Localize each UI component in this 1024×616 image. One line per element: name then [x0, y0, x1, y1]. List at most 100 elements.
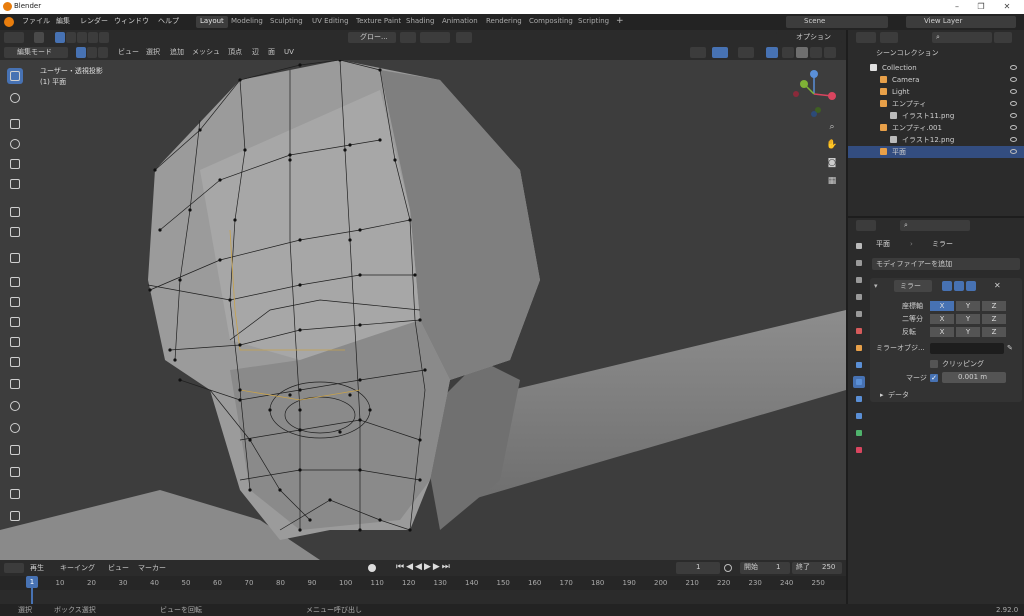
maximize-icon[interactable]: ❐ — [976, 2, 986, 12]
data-subpanel-chevron-icon[interactable]: ▸ — [880, 392, 884, 399]
axis-gizmo[interactable] — [788, 68, 840, 120]
view-layer-selector[interactable]: View Layer — [906, 16, 1016, 28]
transform-orientation-dropdown[interactable]: グロー... — [348, 32, 396, 43]
flip-x-toggle[interactable]: X — [930, 327, 954, 337]
knife-tool[interactable] — [7, 354, 23, 370]
axis-z-toggle[interactable]: Z — [982, 301, 1006, 311]
rip-tool[interactable] — [7, 508, 23, 524]
poly-build-tool[interactable] — [7, 376, 23, 392]
eye-icon[interactable] — [1010, 89, 1017, 94]
editor-type-button[interactable] — [4, 32, 24, 43]
physics-tab-icon[interactable] — [853, 393, 865, 405]
minimize-icon[interactable]: – — [952, 2, 962, 12]
spin-tool[interactable] — [7, 398, 23, 414]
modifier-name-field[interactable]: ミラー — [894, 280, 932, 292]
solid-shading-icon[interactable] — [796, 47, 808, 58]
menu-window[interactable]: ウィンドウ — [114, 18, 149, 25]
scene-tab-icon[interactable] — [853, 308, 865, 320]
menu-select[interactable]: 選択 — [146, 49, 160, 56]
annotate-tool[interactable] — [7, 204, 23, 220]
select-box-tool[interactable] — [7, 68, 23, 84]
material-tab-icon[interactable] — [853, 444, 865, 456]
tab-uv-editing[interactable]: UV Editing — [308, 16, 353, 28]
data-subpanel-label[interactable]: データ — [888, 392, 909, 399]
start-frame-field[interactable]: 開始 1 — [740, 562, 790, 574]
camera-view-icon[interactable]: ◙ — [826, 158, 838, 170]
tab-animation[interactable]: Animation — [438, 16, 482, 28]
menu-file[interactable]: ファイル — [22, 18, 50, 25]
add-cube-tool[interactable] — [7, 250, 23, 266]
eyedropper-icon[interactable]: ✎ — [1007, 345, 1013, 352]
playhead[interactable]: 1 — [26, 576, 38, 588]
timeline-menu-keying[interactable]: キーイング — [60, 565, 95, 572]
ortho-grid-icon[interactable]: ▦ — [826, 176, 838, 188]
tab-sculpting[interactable]: Sculpting — [266, 16, 307, 28]
outliner-row[interactable]: イラスト12.png — [848, 134, 1024, 146]
merge-distance-field[interactable]: 0.001 m — [942, 372, 1006, 383]
editmode-toggle-icon[interactable] — [942, 281, 952, 291]
add-modifier-dropdown[interactable]: モディファイアーを追加 — [872, 258, 1020, 270]
filter-icon[interactable] — [994, 32, 1012, 43]
flip-y-toggle[interactable]: Y — [956, 327, 980, 337]
clock-icon[interactable] — [724, 564, 732, 572]
bisect-z-toggle[interactable]: Z — [982, 314, 1006, 324]
menu-mesh[interactable]: メッシュ — [192, 49, 220, 56]
eye-icon[interactable] — [1010, 65, 1017, 70]
pivot-point-icon[interactable] — [400, 32, 416, 43]
extrude-tool[interactable] — [7, 274, 23, 290]
tab-shading[interactable]: Shading — [402, 16, 438, 28]
output-tab-icon[interactable] — [853, 274, 865, 286]
measure-tool[interactable] — [7, 224, 23, 240]
move-tool[interactable] — [7, 116, 23, 132]
loop-cut-tool[interactable] — [7, 334, 23, 350]
timeline-menu-marker[interactable]: マーカー — [138, 565, 166, 572]
collapse-chevron-icon[interactable]: ▾ — [874, 283, 878, 290]
axis-y-toggle[interactable]: Y — [956, 301, 980, 311]
material-shading-icon[interactable] — [810, 47, 822, 58]
proportional-edit-icon[interactable] — [456, 32, 472, 43]
outliner-row[interactable]: エンプティ — [848, 98, 1024, 110]
render-tab-icon[interactable] — [853, 257, 865, 269]
select-tool-icon[interactable] — [34, 32, 44, 43]
clipping-checkbox[interactable] — [930, 360, 938, 368]
menu-help[interactable]: ヘルプ — [158, 18, 179, 25]
rotate-tool[interactable] — [7, 136, 23, 152]
eye-icon[interactable] — [1010, 101, 1017, 106]
add-workspace-icon[interactable]: + — [616, 17, 624, 26]
outliner-scene-collection[interactable]: シーンコレクション — [876, 50, 939, 57]
tab-layout[interactable]: Layout — [196, 16, 228, 28]
rendered-shading-icon[interactable] — [824, 47, 836, 58]
timeline-menu-playback[interactable]: 再生 — [30, 565, 44, 572]
world-tab-icon[interactable] — [853, 325, 865, 337]
constraints-tab-icon[interactable] — [853, 410, 865, 422]
bisect-x-toggle[interactable]: X — [930, 314, 954, 324]
shear-tool[interactable] — [7, 486, 23, 502]
blender-menu-icon[interactable] — [4, 17, 14, 27]
end-frame-field[interactable]: 終了 250 — [792, 562, 842, 574]
menu-edit[interactable]: 編集 — [56, 18, 70, 25]
tab-texture-paint[interactable]: Texture Paint — [352, 16, 405, 28]
transform-tool[interactable] — [7, 176, 23, 192]
pan-hand-icon[interactable]: ✋ — [826, 140, 838, 152]
playback-controls[interactable]: ⏮◀◀▶▶⏭ — [396, 563, 452, 572]
tab-compositing[interactable]: Compositing — [525, 16, 577, 28]
select-subtract-icon[interactable] — [77, 32, 87, 43]
tab-scripting[interactable]: Scripting — [574, 16, 613, 28]
overlay-toggle-icon[interactable] — [738, 47, 754, 58]
eye-icon[interactable] — [1010, 77, 1017, 82]
face-select-icon[interactable] — [98, 47, 108, 58]
vertex-select-icon[interactable] — [76, 47, 86, 58]
smooth-tool[interactable] — [7, 420, 23, 436]
remove-modifier-icon[interactable]: ✕ — [994, 282, 1001, 290]
menu-render[interactable]: レンダー — [80, 18, 108, 25]
properties-editor-type[interactable] — [856, 220, 876, 231]
axis-x-toggle[interactable]: X — [930, 301, 954, 311]
timeline-editor-type[interactable] — [4, 563, 24, 573]
edge-slide-tool[interactable] — [7, 442, 23, 458]
shrink-fatten-tool[interactable] — [7, 464, 23, 480]
snap-icon[interactable] — [420, 32, 450, 43]
outliner-row[interactable]: Camera — [848, 74, 1024, 86]
options-dropdown[interactable]: オプション — [776, 32, 842, 43]
menu-view[interactable]: ビュー — [118, 49, 139, 56]
viewport-toggle-icon[interactable] — [954, 281, 964, 291]
